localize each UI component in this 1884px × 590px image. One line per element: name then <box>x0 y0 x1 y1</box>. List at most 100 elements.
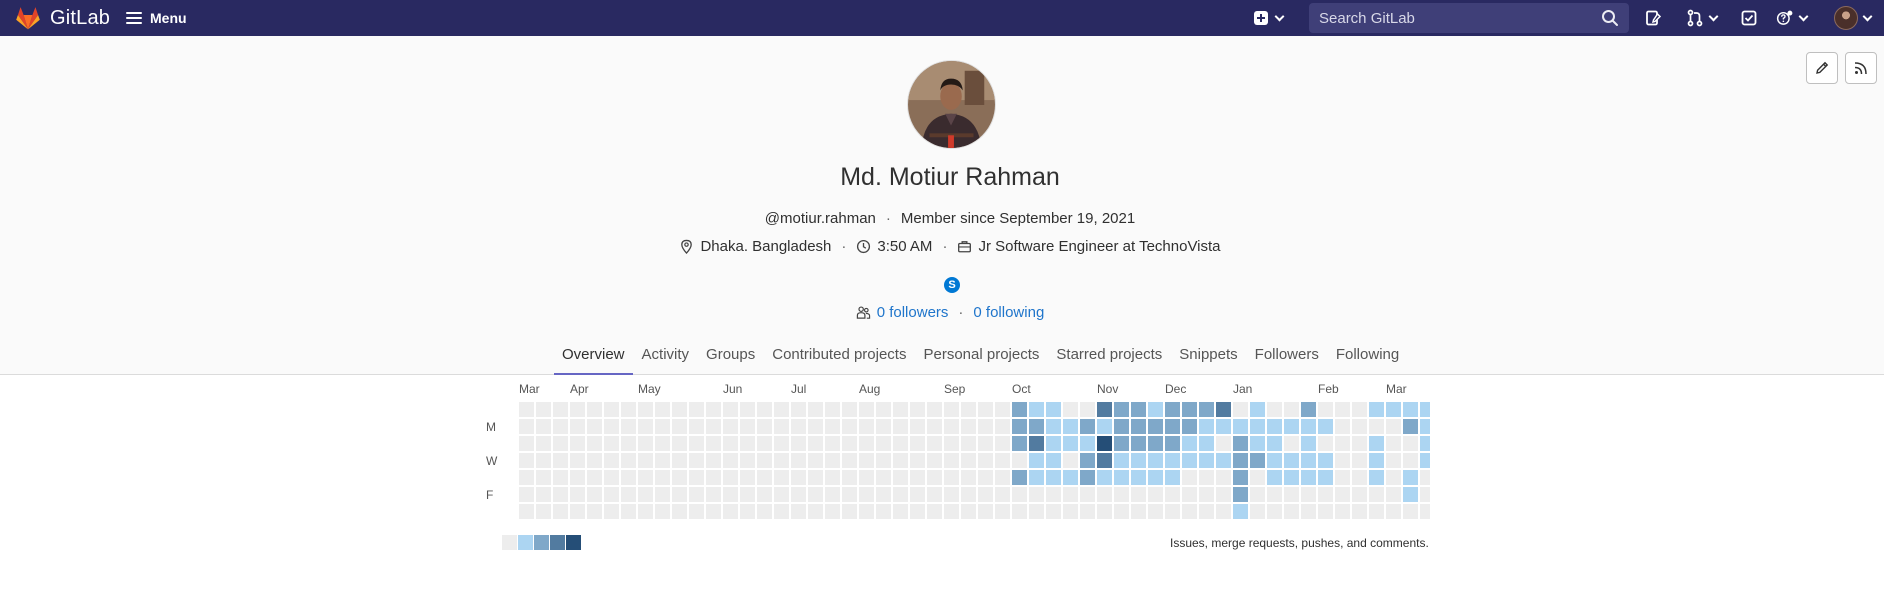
contribution-day-cell[interactable] <box>1165 436 1180 451</box>
contribution-day-cell[interactable] <box>1148 419 1163 434</box>
contribution-day-cell[interactable] <box>1335 453 1350 468</box>
contribution-day-cell[interactable] <box>757 487 772 502</box>
contribution-day-cell[interactable] <box>1046 487 1061 502</box>
contribution-day-cell[interactable] <box>1148 402 1163 417</box>
contribution-day-cell[interactable] <box>536 470 551 485</box>
contribution-day-cell[interactable] <box>1250 453 1265 468</box>
contribution-day-cell[interactable] <box>978 487 993 502</box>
contribution-day-cell[interactable] <box>1165 419 1180 434</box>
contribution-day-cell[interactable] <box>1199 436 1214 451</box>
contribution-day-cell[interactable] <box>570 436 585 451</box>
contribution-day-cell[interactable] <box>1403 419 1418 434</box>
contribution-day-cell[interactable] <box>689 453 704 468</box>
contribution-day-cell[interactable] <box>1148 487 1163 502</box>
contribution-day-cell[interactable] <box>791 453 806 468</box>
contribution-day-cell[interactable] <box>740 436 755 451</box>
contribution-day-cell[interactable] <box>842 436 857 451</box>
contribution-day-cell[interactable] <box>1080 487 1095 502</box>
contribution-day-cell[interactable] <box>1301 470 1316 485</box>
contribution-day-cell[interactable] <box>723 470 738 485</box>
contribution-day-cell[interactable] <box>893 402 908 417</box>
contribution-day-cell[interactable] <box>621 504 636 519</box>
contribution-day-cell[interactable] <box>1165 402 1180 417</box>
contribution-day-cell[interactable] <box>1080 436 1095 451</box>
contribution-day-cell[interactable] <box>1403 436 1418 451</box>
contribution-day-cell[interactable] <box>1114 470 1129 485</box>
contribution-day-cell[interactable] <box>1097 487 1112 502</box>
contribution-day-cell[interactable] <box>587 436 602 451</box>
contribution-day-cell[interactable] <box>1012 419 1027 434</box>
contribution-day-cell[interactable] <box>876 436 891 451</box>
contribution-day-cell[interactable] <box>1233 487 1248 502</box>
contribution-day-cell[interactable] <box>655 419 670 434</box>
contribution-day-cell[interactable] <box>1029 470 1044 485</box>
contribution-day-cell[interactable] <box>808 402 823 417</box>
contribution-day-cell[interactable] <box>927 504 942 519</box>
contribution-day-cell[interactable] <box>893 453 908 468</box>
contribution-day-cell[interactable] <box>1420 487 1435 502</box>
contribution-day-cell[interactable] <box>689 470 704 485</box>
contribution-day-cell[interactable] <box>1216 504 1231 519</box>
contribution-day-cell[interactable] <box>876 504 891 519</box>
contribution-day-cell[interactable] <box>1335 504 1350 519</box>
contribution-day-cell[interactable] <box>706 436 721 451</box>
contribution-day-cell[interactable] <box>1318 436 1333 451</box>
contribution-day-cell[interactable] <box>706 402 721 417</box>
contribution-day-cell[interactable] <box>1029 402 1044 417</box>
following-link[interactable]: 0 following <box>973 304 1044 321</box>
followers-link[interactable]: 0 followers <box>877 304 949 321</box>
contribution-day-cell[interactable] <box>536 402 551 417</box>
contribution-day-cell[interactable] <box>910 402 925 417</box>
contribution-day-cell[interactable] <box>570 470 585 485</box>
contribution-day-cell[interactable] <box>1352 419 1367 434</box>
contribution-day-cell[interactable] <box>961 470 976 485</box>
contribution-day-cell[interactable] <box>638 453 653 468</box>
contribution-day-cell[interactable] <box>655 402 670 417</box>
contribution-day-cell[interactable] <box>723 402 738 417</box>
contribution-day-cell[interactable] <box>638 470 653 485</box>
contribution-day-cell[interactable] <box>1420 470 1435 485</box>
contribution-day-cell[interactable] <box>1114 436 1129 451</box>
contribution-day-cell[interactable] <box>876 487 891 502</box>
contribution-day-cell[interactable] <box>876 470 891 485</box>
contribution-day-cell[interactable] <box>740 470 755 485</box>
contribution-day-cell[interactable] <box>1403 470 1418 485</box>
contribution-day-cell[interactable] <box>1029 487 1044 502</box>
contribution-day-cell[interactable] <box>1097 402 1112 417</box>
contribution-day-cell[interactable] <box>1080 504 1095 519</box>
contribution-day-cell[interactable] <box>842 504 857 519</box>
contribution-day-cell[interactable] <box>1335 487 1350 502</box>
contribution-day-cell[interactable] <box>1199 504 1214 519</box>
contribution-day-cell[interactable] <box>944 436 959 451</box>
contribution-day-cell[interactable] <box>1199 453 1214 468</box>
contribution-day-cell[interactable] <box>1182 453 1197 468</box>
contribution-day-cell[interactable] <box>1182 402 1197 417</box>
contribution-day-cell[interactable] <box>757 402 772 417</box>
tab-starred-projects[interactable]: Starred projects <box>1048 333 1170 375</box>
contribution-day-cell[interactable] <box>1352 504 1367 519</box>
tab-following[interactable]: Following <box>1328 333 1407 375</box>
contribution-day-cell[interactable] <box>1318 470 1333 485</box>
contribution-day-cell[interactable] <box>825 402 840 417</box>
contribution-day-cell[interactable] <box>655 436 670 451</box>
tab-contributed-projects[interactable]: Contributed projects <box>764 333 914 375</box>
contribution-day-cell[interactable] <box>536 504 551 519</box>
contribution-day-cell[interactable] <box>1080 402 1095 417</box>
contribution-day-cell[interactable] <box>859 470 874 485</box>
contribution-day-cell[interactable] <box>536 487 551 502</box>
contribution-day-cell[interactable] <box>1097 504 1112 519</box>
contribution-day-cell[interactable] <box>1420 436 1435 451</box>
contribution-day-cell[interactable] <box>859 419 874 434</box>
contribution-day-cell[interactable] <box>604 470 619 485</box>
contribution-day-cell[interactable] <box>1131 470 1146 485</box>
contribution-day-cell[interactable] <box>944 419 959 434</box>
user-menu-dropdown[interactable] <box>1834 6 1873 30</box>
contribution-day-cell[interactable] <box>842 419 857 434</box>
contribution-day-cell[interactable] <box>621 402 636 417</box>
contribution-day-cell[interactable] <box>1318 504 1333 519</box>
contribution-day-cell[interactable] <box>1012 453 1027 468</box>
contribution-day-cell[interactable] <box>1046 470 1061 485</box>
contribution-day-cell[interactable] <box>1403 453 1418 468</box>
contribution-day-cell[interactable] <box>1369 436 1384 451</box>
contribution-day-cell[interactable] <box>655 487 670 502</box>
